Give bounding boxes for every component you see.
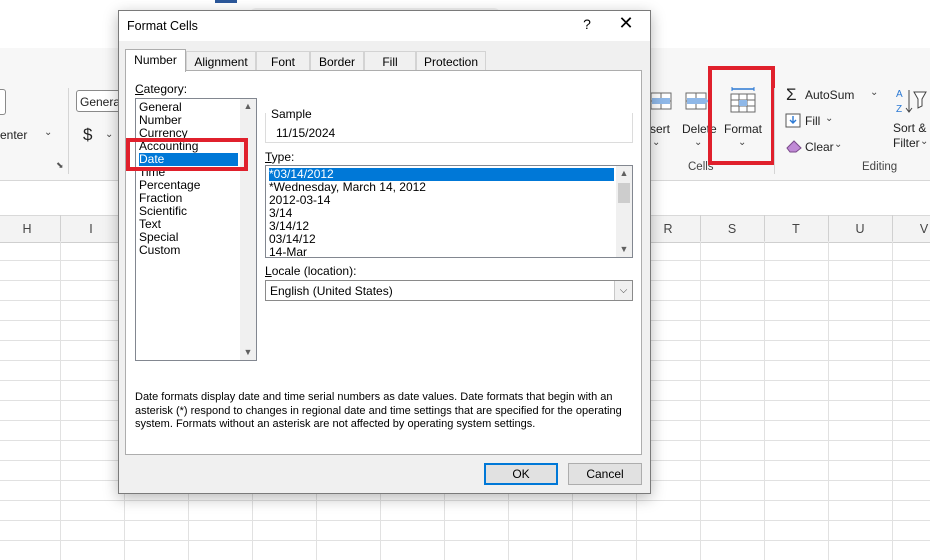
format-cells-dialog: Format Cells ? ✕ Number Alignment Font B… bbox=[118, 10, 651, 494]
currency-chevron-icon[interactable]: ⌄ bbox=[105, 129, 113, 140]
scroll-thumb[interactable] bbox=[618, 183, 630, 203]
insert-chevron-icon[interactable]: ⌄ bbox=[652, 137, 660, 148]
fill-icon[interactable] bbox=[785, 113, 801, 128]
category-label: Category: bbox=[135, 82, 187, 96]
type-item[interactable]: 14-Mar bbox=[269, 246, 307, 259]
sort-filter-button-line2[interactable]: Filter bbox=[893, 136, 920, 150]
type-label-accel: T bbox=[265, 150, 272, 164]
number-format-value: Genera bbox=[80, 95, 121, 109]
ribbon-separator bbox=[68, 88, 69, 174]
locale-label: Locale (location): bbox=[265, 264, 356, 278]
sort-filter-icon[interactable]: AZ bbox=[895, 86, 927, 116]
type-label-text: ype: bbox=[271, 150, 295, 164]
svg-text:A: A bbox=[896, 89, 903, 100]
dialog-title: Format Cells bbox=[127, 19, 198, 33]
autosum-icon[interactable]: Σ bbox=[786, 85, 797, 105]
locale-dropdown[interactable]: English (United States) ⌵ bbox=[265, 280, 633, 301]
help-icon[interactable]: ? bbox=[577, 16, 597, 32]
active-tab-indicator bbox=[215, 0, 237, 3]
merge-center-button[interactable]: enter bbox=[0, 128, 27, 142]
clear-chevron-icon[interactable]: ⌄ bbox=[834, 139, 842, 150]
merge-center-chevron-icon[interactable]: ⌄ bbox=[44, 127, 52, 138]
insert-cells-icon[interactable] bbox=[650, 90, 672, 112]
type-scrollbar[interactable]: ▲ ▼ bbox=[616, 166, 632, 257]
sort-filter-button-line1[interactable]: Sort & bbox=[893, 121, 926, 135]
number-tab-panel: Category: General Number Currency Accoun… bbox=[125, 70, 642, 455]
autosum-button[interactable]: AutoSum bbox=[805, 88, 854, 102]
locale-label-accel: L bbox=[265, 264, 272, 278]
tab-font[interactable]: Font bbox=[256, 51, 310, 71]
close-icon[interactable]: ✕ bbox=[616, 13, 636, 34]
sample-value: 11/15/2024 bbox=[276, 126, 336, 140]
tab-alignment[interactable]: Alignment bbox=[186, 51, 256, 71]
insert-cells-button[interactable]: sert bbox=[650, 122, 670, 136]
autosum-chevron-icon[interactable]: ⌄ bbox=[870, 87, 878, 98]
cancel-button[interactable]: Cancel bbox=[568, 463, 642, 485]
tab-number[interactable]: Number bbox=[125, 49, 186, 72]
dialog-launcher-icon[interactable]: ⬊ bbox=[56, 160, 64, 171]
number-format-dropdown[interactable]: Genera bbox=[76, 90, 124, 112]
delete-chevron-icon[interactable]: ⌄ bbox=[694, 137, 702, 148]
tab-border[interactable]: Border bbox=[310, 51, 364, 71]
category-item-custom[interactable]: Custom bbox=[139, 244, 180, 257]
scroll-up-icon[interactable]: ▲ bbox=[240, 99, 256, 114]
currency-icon[interactable]: $ bbox=[83, 125, 92, 145]
sort-filter-chevron-icon[interactable]: ⌄ bbox=[920, 136, 928, 147]
fill-button[interactable]: Fill bbox=[805, 114, 820, 128]
format-highlight-box bbox=[708, 66, 775, 165]
category-label-accel: C bbox=[135, 82, 144, 96]
category-label-text: ategory: bbox=[143, 82, 188, 96]
ribbon-separator bbox=[774, 88, 775, 174]
grid-line bbox=[0, 520, 930, 521]
svg-text:Z: Z bbox=[896, 104, 902, 115]
format-description: Date formats display date and time seria… bbox=[135, 391, 622, 430]
chevron-down-icon[interactable]: ⌵ bbox=[614, 281, 632, 300]
locale-label-text: ocale (location): bbox=[271, 264, 357, 278]
tab-fill[interactable]: Fill bbox=[364, 51, 416, 71]
scroll-down-icon[interactable]: ▼ bbox=[240, 345, 256, 360]
type-listbox[interactable]: *03/14/2012 *Wednesday, March 14, 2012 2… bbox=[265, 165, 633, 259]
grid-line bbox=[0, 540, 930, 541]
locale-value: English (United States) bbox=[270, 284, 393, 298]
eraser-icon[interactable] bbox=[785, 139, 803, 153]
wrap-text-button[interactable] bbox=[0, 89, 6, 115]
fill-chevron-icon[interactable]: ⌄ bbox=[825, 113, 833, 124]
tab-protection[interactable]: Protection bbox=[416, 51, 486, 71]
date-highlight-box bbox=[126, 138, 248, 171]
ok-button[interactable]: OK bbox=[484, 463, 558, 485]
grid-line bbox=[0, 500, 930, 501]
dialog-title-bar[interactable]: Format Cells ? ✕ bbox=[119, 11, 650, 41]
scroll-down-icon[interactable]: ▼ bbox=[616, 242, 632, 257]
editing-group-label: Editing bbox=[862, 161, 898, 173]
sample-box: 11/15/2024 bbox=[265, 113, 633, 143]
type-label: Type: bbox=[265, 150, 294, 164]
scroll-up-icon[interactable]: ▲ bbox=[616, 166, 632, 181]
clear-button[interactable]: Clear bbox=[805, 140, 834, 154]
